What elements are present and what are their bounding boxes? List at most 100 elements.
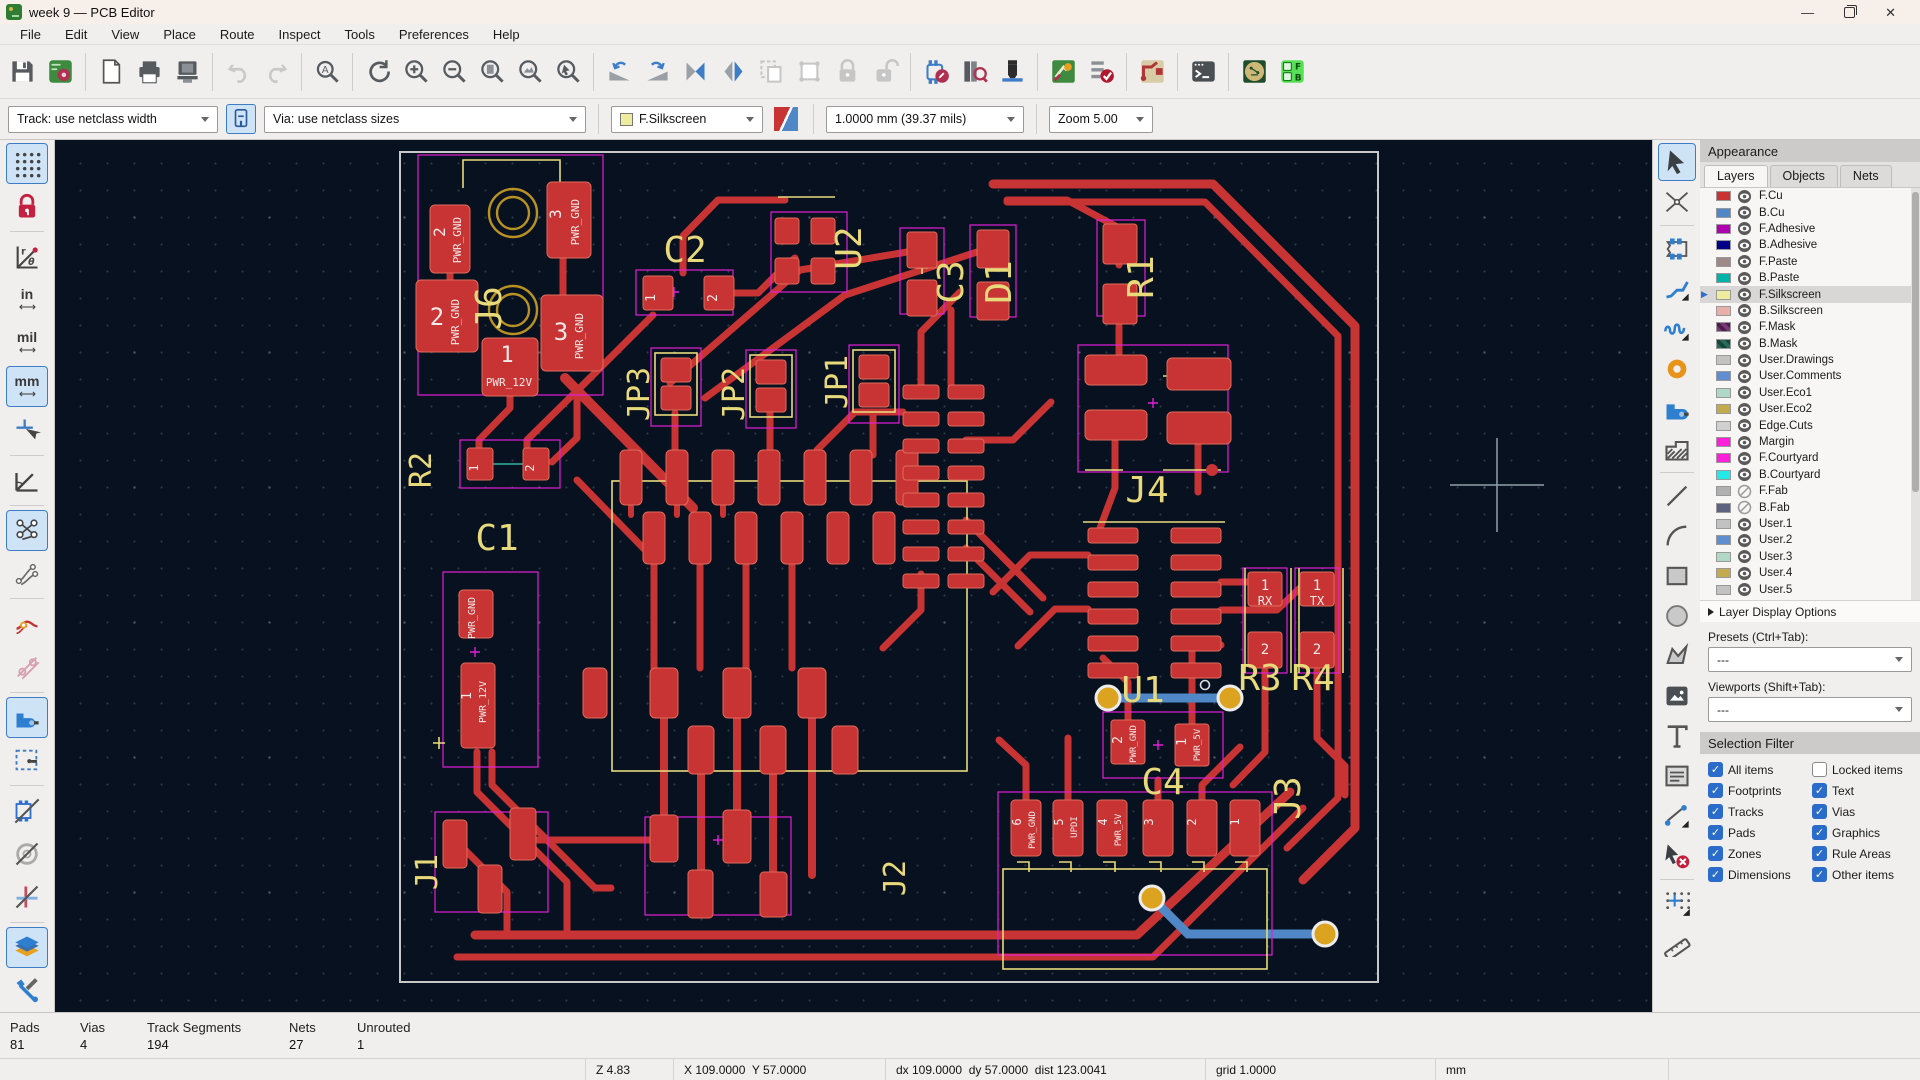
tab-objects[interactable]: Objects — [1770, 165, 1838, 187]
page-settings-button[interactable] — [93, 52, 129, 92]
menu-inspect[interactable]: Inspect — [267, 26, 333, 43]
layer-color-swatch[interactable] — [1716, 208, 1731, 218]
layer-row-f.mask[interactable]: F.Mask — [1700, 319, 1920, 335]
show-ratsnest-button[interactable] — [6, 510, 48, 551]
layer-color-swatch[interactable] — [1716, 585, 1731, 595]
undo-button[interactable] — [220, 52, 256, 92]
layer-row-user.1[interactable]: User.1 — [1700, 516, 1920, 532]
inactive-layer-display-button[interactable] — [6, 927, 48, 968]
visibility-eye-icon[interactable] — [1737, 287, 1752, 302]
print-button[interactable] — [131, 52, 167, 92]
layer-row-b.cu[interactable]: B.Cu — [1700, 204, 1920, 220]
layer-row-f.courtyard[interactable]: F.Courtyard — [1700, 450, 1920, 466]
redo-button[interactable] — [258, 52, 294, 92]
visibility-eye-icon[interactable] — [1737, 303, 1752, 318]
component-ref-label[interactable]: J3 — [1268, 776, 1309, 819]
checkbox-checked-icon[interactable]: ✓ — [1812, 825, 1827, 840]
sketch-graphics-button[interactable] — [6, 876, 48, 917]
zoom-objects-button[interactable] — [512, 52, 548, 92]
layer-row-user.comments[interactable]: User.Comments — [1700, 368, 1920, 384]
visibility-eye-icon[interactable] — [1737, 582, 1752, 597]
filter-all-items[interactable]: ✓All items — [1708, 762, 1812, 777]
unlock-button[interactable] — [867, 52, 903, 92]
draw-circle-tool[interactable] — [1658, 597, 1696, 635]
menu-route[interactable]: Route — [208, 26, 267, 43]
menu-file[interactable]: File — [8, 26, 53, 43]
layer-color-swatch[interactable] — [1716, 503, 1731, 513]
checkbox-checked-icon[interactable]: ✓ — [1812, 804, 1827, 819]
sketch-footprints-button[interactable] — [6, 790, 48, 831]
layer-row-b.fab[interactable]: B.Fab — [1700, 499, 1920, 515]
pcb-canvas[interactable]: J6C2U2C3D1R1JP3JP2JP1R2C1J4U1R3R4C4J3J1J… — [55, 140, 1652, 1012]
layer-row-user.3[interactable]: User.3 — [1700, 549, 1920, 565]
checkbox-checked-icon[interactable]: ✓ — [1708, 825, 1723, 840]
lock-button[interactable] — [829, 52, 865, 92]
add-filled-zone-tool[interactable] — [1658, 390, 1696, 428]
delete-tool[interactable] — [1658, 837, 1696, 875]
filter-zones[interactable]: ✓Zones — [1708, 846, 1812, 861]
sketch-pads-button[interactable] — [6, 833, 48, 874]
layer-color-swatch[interactable] — [1716, 240, 1731, 250]
zoom-selection-button[interactable] — [550, 52, 586, 92]
visibility-eye-icon[interactable] — [1737, 566, 1752, 581]
polar-coordinates-button[interactable]: rθ — [6, 236, 48, 277]
layer-row-f.silkscreen[interactable]: ▶F.Silkscreen — [1700, 286, 1920, 302]
ungroup-button[interactable] — [791, 52, 827, 92]
close-button[interactable]: ✕ — [1885, 6, 1896, 19]
layer-row-user.eco2[interactable]: User.Eco2 — [1700, 401, 1920, 417]
menu-preferences[interactable]: Preferences — [387, 26, 481, 43]
layer-row-user.2[interactable]: User.2 — [1700, 532, 1920, 548]
checkbox-checked-icon[interactable]: ✓ — [1812, 783, 1827, 798]
layer-color-swatch[interactable] — [1716, 453, 1731, 463]
update-pcb-from-schematic-button[interactable] — [1045, 52, 1081, 92]
units-inches-button[interactable]: in⟷ — [6, 280, 48, 321]
sketch-tracks-button[interactable] — [6, 603, 48, 644]
board-statistics-button[interactable] — [1236, 52, 1272, 92]
layer-color-swatch[interactable] — [1716, 224, 1731, 234]
layer-row-user.5[interactable]: User.5 — [1700, 581, 1920, 597]
layer-color-swatch[interactable] — [1716, 290, 1731, 300]
layer-row-user.eco1[interactable]: User.Eco1 — [1700, 385, 1920, 401]
rotate-ccw-button[interactable] — [601, 52, 637, 92]
tune-length-tool[interactable] — [1658, 310, 1696, 348]
component-ref-label[interactable]: R4 — [1291, 658, 1334, 699]
checkbox-checked-icon[interactable]: ✓ — [1812, 867, 1827, 882]
add-rule-area-tool[interactable] — [1658, 430, 1696, 468]
add-via-tool[interactable] — [1658, 350, 1696, 388]
component-ref-label[interactable]: U1 — [1121, 670, 1164, 711]
plot-button[interactable] — [169, 52, 205, 92]
filter-text[interactable]: ✓Text — [1812, 783, 1916, 798]
layer-color-swatch[interactable] — [1716, 486, 1731, 496]
zoom-level-dropdown[interactable]: Zoom 5.00 — [1049, 106, 1153, 133]
filter-footprints[interactable]: ✓Footprints — [1708, 783, 1812, 798]
checkbox-checked-icon[interactable]: ✓ — [1708, 783, 1723, 798]
layer-row-b.paste[interactable]: B.Paste — [1700, 270, 1920, 286]
checkbox-unchecked-icon[interactable]: ✓ — [1812, 762, 1827, 777]
filter-other-items[interactable]: ✓Other items — [1812, 867, 1916, 882]
component-ref-label[interactable]: R1 — [1121, 255, 1162, 298]
layer-row-f.adhesive[interactable]: F.Adhesive — [1700, 221, 1920, 237]
scripting-console-button[interactable] — [1185, 52, 1221, 92]
track-width-dropdown[interactable]: Track: use netclass width — [8, 106, 218, 133]
units-mm-button[interactable]: mm⟷ — [6, 366, 48, 407]
tab-layers[interactable]: Layers — [1704, 165, 1768, 187]
units-mils-button[interactable]: mil⟷ — [6, 323, 48, 364]
layer-row-edge.cuts[interactable]: Edge.Cuts — [1700, 417, 1920, 433]
save-button[interactable] — [4, 52, 40, 92]
presets-dropdown[interactable]: --- — [1708, 647, 1912, 672]
layer-row-b.silkscreen[interactable]: B.Silkscreen — [1700, 303, 1920, 319]
visibility-eye-icon[interactable] — [1737, 418, 1752, 433]
layer-list-scrollbar[interactable] — [1911, 188, 1920, 600]
checkbox-checked-icon[interactable]: ✓ — [1812, 846, 1827, 861]
layer-color-swatch[interactable] — [1716, 191, 1731, 201]
visibility-eye-icon[interactable] — [1737, 467, 1752, 482]
layer-color-swatch[interactable] — [1716, 371, 1731, 381]
visibility-eye-icon[interactable] — [1737, 353, 1752, 368]
menu-view[interactable]: View — [99, 26, 151, 43]
draw-rectangle-tool[interactable] — [1658, 557, 1696, 595]
layer-color-swatch[interactable] — [1716, 273, 1731, 283]
visibility-eye-icon[interactable] — [1737, 369, 1752, 384]
filter-pads[interactable]: ✓Pads — [1708, 825, 1812, 840]
maximize-button[interactable] — [1844, 7, 1855, 18]
layer-color-swatch[interactable] — [1716, 437, 1731, 447]
